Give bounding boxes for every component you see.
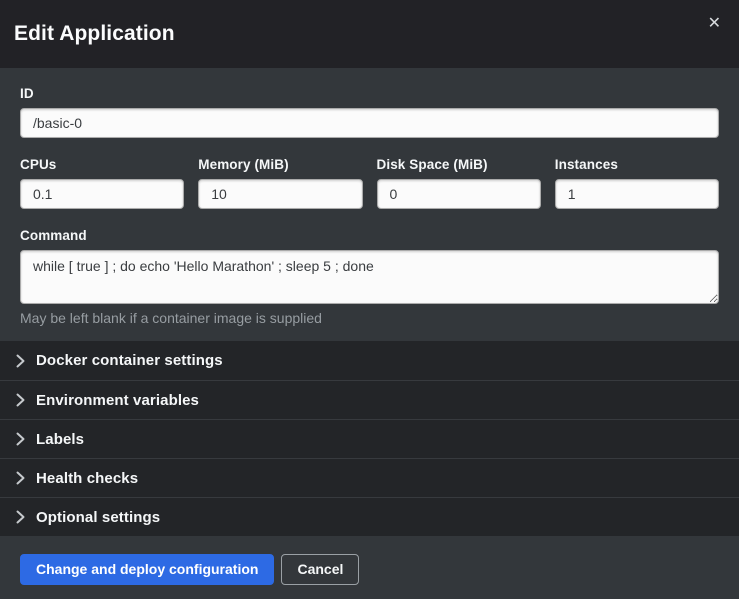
id-label: ID <box>20 86 719 101</box>
memory-input[interactable] <box>198 179 362 209</box>
dialog-footer: Change and deploy configuration Cancel <box>0 536 739 599</box>
disk-space-label: Disk Space (MiB) <box>377 157 541 172</box>
section-optional-settings[interactable]: Optional settings <box>0 497 739 536</box>
command-label: Command <box>20 228 719 243</box>
section-label: Optional settings <box>36 509 160 526</box>
section-label: Docker container settings <box>36 352 223 369</box>
instances-input[interactable] <box>555 179 719 209</box>
chevron-right-icon <box>16 510 25 524</box>
instances-label: Instances <box>555 157 719 172</box>
command-help-text: May be left blank if a container image i… <box>20 310 719 326</box>
section-health-checks[interactable]: Health checks <box>0 458 739 497</box>
application-form: ID CPUs Memory (MiB) Disk Space (MiB) In… <box>0 68 739 341</box>
id-field-group: ID <box>20 86 719 138</box>
chevron-right-icon <box>16 354 25 368</box>
chevron-right-icon <box>16 393 25 407</box>
cpus-input[interactable] <box>20 179 184 209</box>
section-label: Labels <box>36 431 84 448</box>
command-textarea[interactable]: while [ true ] ; do echo 'Hello Marathon… <box>20 250 719 304</box>
close-icon[interactable]: ✕ <box>704 14 725 34</box>
section-label: Environment variables <box>36 392 199 409</box>
instances-field-group: Instances <box>555 157 719 209</box>
section-docker-container-settings[interactable]: Docker container settings <box>0 341 739 380</box>
dialog-header: Edit Application ✕ <box>0 0 739 68</box>
command-field-group: Command while [ true ] ; do echo 'Hello … <box>20 228 719 326</box>
disk-field-group: Disk Space (MiB) <box>377 157 541 209</box>
memory-field-group: Memory (MiB) <box>198 157 362 209</box>
change-and-deploy-button[interactable]: Change and deploy configuration <box>20 554 274 585</box>
disk-space-input[interactable] <box>377 179 541 209</box>
chevron-right-icon <box>16 432 25 446</box>
section-labels[interactable]: Labels <box>0 419 739 458</box>
cpus-field-group: CPUs <box>20 157 184 209</box>
memory-label: Memory (MiB) <box>198 157 362 172</box>
section-label: Health checks <box>36 470 138 487</box>
accordion-sections: Docker container settings Environment va… <box>0 341 739 536</box>
id-input[interactable] <box>20 108 719 138</box>
cancel-button[interactable]: Cancel <box>281 554 359 585</box>
chevron-right-icon <box>16 471 25 485</box>
edit-application-dialog: Edit Application ✕ ID CPUs Memory (MiB) … <box>0 0 739 599</box>
section-environment-variables[interactable]: Environment variables <box>0 380 739 419</box>
dialog-title: Edit Application <box>14 22 175 46</box>
resource-fields-row: CPUs Memory (MiB) Disk Space (MiB) Insta… <box>20 157 719 209</box>
cpus-label: CPUs <box>20 157 184 172</box>
